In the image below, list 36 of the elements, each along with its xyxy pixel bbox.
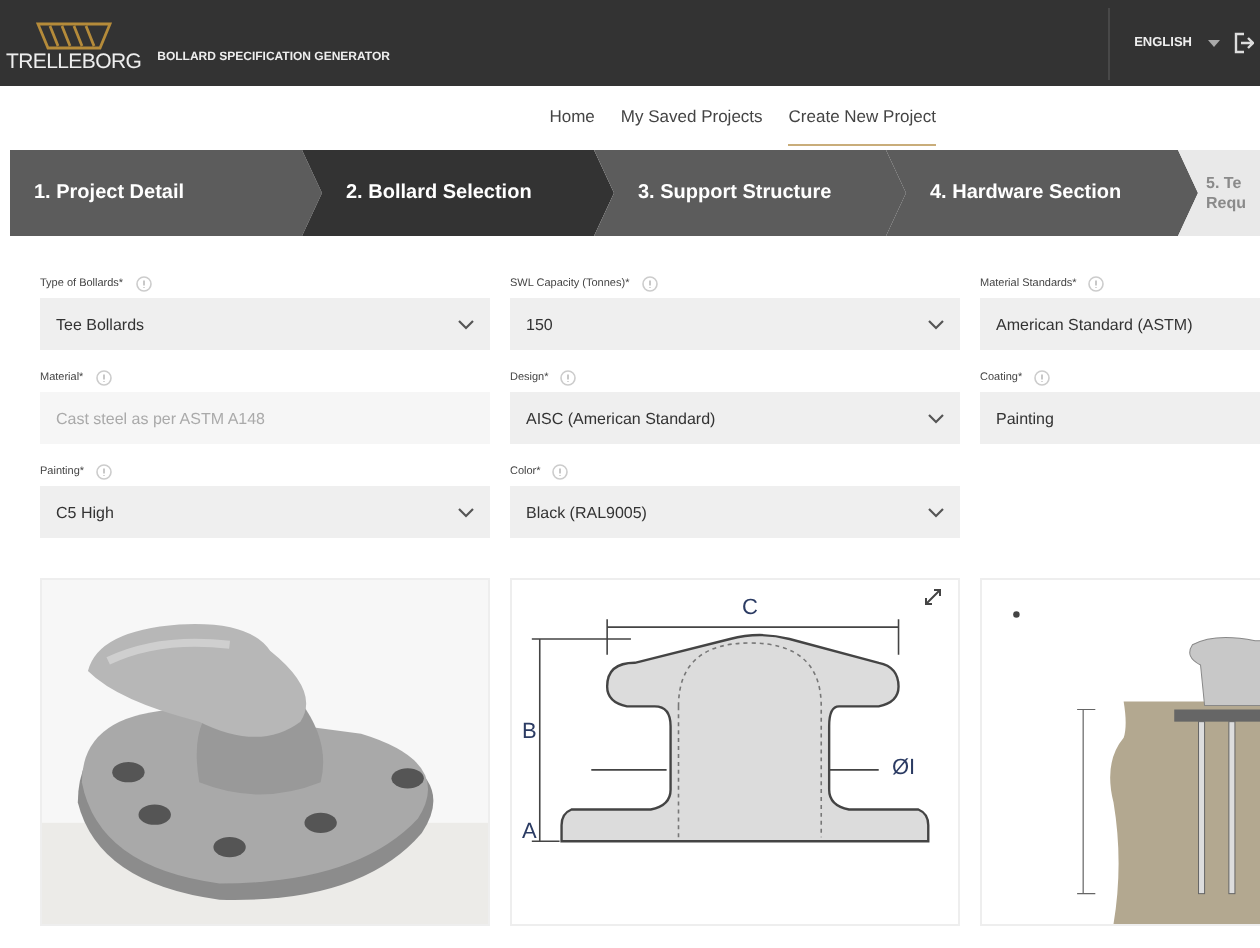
chevron-icon [928, 413, 944, 423]
step-tab[interactable]: 1. Project Detail [10, 150, 322, 236]
step-tab[interactable]: 4. Hardware Section [886, 150, 1198, 236]
select-field[interactable]: 150 [510, 298, 960, 350]
help-icon[interactable] [1034, 370, 1051, 386]
chevron-icon [458, 507, 474, 517]
select-field[interactable]: AISC (American Standard) [510, 392, 960, 444]
logo-icon [33, 21, 114, 49]
dimension-label: B [522, 720, 537, 744]
caret-icon [1208, 39, 1220, 47]
help-icon[interactable] [1088, 276, 1105, 292]
help-icon[interactable] [560, 370, 577, 386]
select-field[interactable]: American Standard (ASTM) [980, 298, 1260, 350]
help-icon[interactable] [135, 276, 152, 292]
select-field[interactable]: Tee Bollards [40, 298, 490, 350]
select-field[interactable]: Painting [980, 392, 1260, 444]
select-field[interactable]: Black (RAL9005) [510, 486, 960, 538]
step-tab[interactable]: 3. Support Structure [594, 150, 906, 236]
dimension-label: A [522, 820, 537, 844]
help-icon[interactable] [552, 464, 569, 480]
expand-icon[interactable] [924, 588, 942, 606]
help-icon[interactable] [641, 276, 658, 292]
nav-link[interactable]: My Saved Projects [620, 86, 763, 146]
brand-name: TRELLEBORG [6, 49, 142, 73]
chevron-icon [458, 319, 474, 329]
help-icon[interactable] [95, 370, 112, 386]
select-field[interactable]: C5 High [40, 486, 490, 538]
logout-icon[interactable] [1234, 32, 1254, 54]
chevron-icon [928, 507, 944, 517]
step-tab[interactable]: 2. Bollard Selection [302, 150, 614, 236]
nav-link[interactable]: Create New Project [788, 86, 936, 146]
dimension-label: ØI [892, 756, 916, 780]
help-icon[interactable] [96, 464, 113, 480]
chevron-icon [928, 319, 944, 329]
nav-link[interactable]: Home [549, 86, 595, 146]
dimension-label: C [742, 596, 758, 620]
